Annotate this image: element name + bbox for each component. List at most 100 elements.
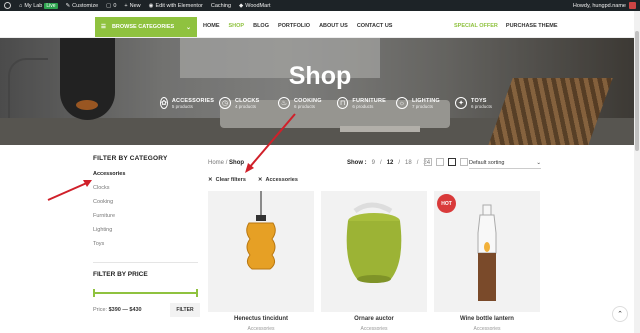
product-card[interactable] [208, 191, 314, 312]
sidebar-divider [93, 262, 198, 263]
category-filter-toys[interactable]: Toys [93, 241, 203, 255]
product-category[interactable]: Accessories [208, 326, 314, 332]
edit-elementor-link[interactable]: ◉ Edit with Elementor [149, 3, 203, 9]
category-filter-furniture[interactable]: Furniture [93, 213, 203, 227]
furniture-icon: ⊓ [337, 97, 349, 109]
nav-home[interactable]: HOME [203, 23, 220, 29]
plus-icon: + [124, 2, 128, 9]
scrollbar-thumb[interactable] [635, 31, 639, 151]
close-icon: ✕ [257, 177, 263, 183]
cooking-icon: ♨ [278, 97, 290, 109]
nav-blog[interactable]: BLOG [253, 23, 269, 29]
home-icon: ⌂ [19, 2, 23, 9]
purchase-theme-link[interactable]: PURCHASE THEME [506, 23, 558, 29]
price-range-value: $390 — $430 [108, 307, 142, 313]
product-card[interactable] [321, 191, 427, 312]
comments-link[interactable]: ▢ 0 [106, 3, 116, 9]
site-header: ☰ BROWSE CATEGORIES ⌄ HOME SHOP BLOG POR… [0, 11, 640, 38]
price-slider-max-handle[interactable] [196, 289, 198, 297]
woodmart-icon: ◆ [239, 2, 244, 9]
hero-category-clocks[interactable]: ◷ CLOCKS 4 products [219, 97, 268, 109]
category-filter-heading: FILTER BY CATEGORY [93, 155, 168, 162]
admin-bar: ⌂ My Lab Live ✎ Customize ▢ 0 + New ◉ Ed… [0, 0, 640, 11]
hero-category-accessories[interactable]: ✿ ACCESSORIES 5 products [160, 97, 214, 109]
product-title[interactable]: Wine bottle lantern [434, 316, 540, 322]
nav-portfolio[interactable]: PORTFOLIO [278, 23, 310, 29]
woodmart-link[interactable]: ◆ WoodMart [239, 3, 271, 9]
toys-icon: ✦ [455, 97, 467, 109]
grid-view-toggles [424, 158, 468, 166]
product-category[interactable]: Accessories [434, 326, 540, 332]
clock-icon: ◷ [219, 97, 231, 109]
product-title[interactable]: Ornare auctor [321, 316, 427, 322]
per-page-12[interactable]: 12 [387, 160, 394, 166]
hero-overlay [0, 38, 634, 145]
active-filter-chip[interactable]: ✕ Accessories [258, 177, 298, 183]
accessories-icon: ✿ [160, 97, 168, 109]
list-view-icon[interactable] [424, 158, 432, 166]
site-name-link[interactable]: ⌂ My Lab Live [19, 2, 58, 9]
header-right-links: SPECIAL OFFER PURCHASE THEME [454, 23, 558, 29]
elementor-icon: ◉ [148, 2, 154, 9]
comment-icon: ▢ [106, 2, 112, 9]
product-category[interactable]: Accessories [321, 326, 427, 332]
hot-badge: HOT [437, 194, 456, 213]
category-filter-list: Accessories Clocks Cooking Furniture Lig… [93, 171, 203, 255]
account-link[interactable]: Howdy, hungpd.name [573, 2, 636, 9]
clear-filters-link[interactable]: ✕ Clear filters [208, 177, 246, 183]
product-title[interactable]: Henectus tincidunt [208, 316, 314, 322]
product-image-green-pouf [346, 202, 402, 283]
lighting-icon: ☼ [396, 97, 408, 109]
page-title: Shop [288, 62, 352, 90]
hero-category-nav: ✿ ACCESSORIES 5 products ◷ CLOCKS 4 produc… [160, 97, 504, 109]
live-badge: Live [44, 2, 58, 9]
price-range-text: Price: $390 — $430 [93, 307, 142, 313]
price-filter-heading: FILTER BY PRICE [93, 271, 148, 278]
product-image-pendant-lamp [246, 191, 276, 270]
browse-categories-button[interactable]: ☰ BROWSE CATEGORIES ⌄ [95, 17, 197, 37]
per-page-9[interactable]: 9 [372, 160, 375, 166]
close-icon: ✕ [208, 177, 213, 183]
category-filter-accessories[interactable]: Accessories [93, 171, 203, 185]
hero-category-cooking[interactable]: ♨ COOKING 6 products [278, 97, 327, 109]
special-offer-link[interactable]: SPECIAL OFFER [454, 23, 498, 29]
page-scrollbar[interactable] [634, 11, 640, 333]
scroll-to-top-button[interactable]: ⌃ [612, 306, 628, 322]
per-page-selector: Show : 9 / 12 / 18 / 24 [347, 160, 431, 166]
price-slider-min-handle[interactable] [93, 289, 95, 297]
shop-sidebar: FILTER BY CATEGORY Accessories Clocks Co… [93, 155, 203, 255]
chevron-down-icon: ⌄ [185, 24, 191, 31]
price-slider[interactable] [93, 289, 198, 297]
breadcrumb: Home / Shop [208, 160, 245, 166]
nav-shop[interactable]: SHOP [229, 23, 245, 29]
grid-3-icon[interactable] [448, 158, 456, 166]
hero-category-lighting[interactable]: ☼ LIGHTING 7 products [396, 97, 445, 109]
active-filters: ✕ Clear filters ✕ Accessories [208, 177, 298, 183]
sort-select[interactable]: Default sorting ⌄ [469, 157, 541, 169]
nav-contact-us[interactable]: CONTACT US [357, 23, 393, 29]
grid-2-icon[interactable] [436, 158, 444, 166]
annotation-arrow-sidebar [47, 180, 92, 201]
main-nav: HOME SHOP BLOG PORTFOLIO ABOUT US CONTAC… [203, 23, 392, 29]
hero-category-toys[interactable]: ✦ TOYS 6 products [455, 97, 504, 109]
grid-4-icon[interactable] [460, 158, 468, 166]
per-page-18[interactable]: 18 [405, 160, 412, 166]
hero-category-furniture[interactable]: ⊓ FURNITURE 6 products [337, 97, 386, 109]
chevron-down-icon: ⌄ [536, 159, 541, 166]
category-filter-lighting[interactable]: Lighting [93, 227, 203, 241]
category-filter-cooking[interactable]: Cooking [93, 199, 203, 213]
nav-about-us[interactable]: ABOUT US [319, 23, 348, 29]
avatar [629, 2, 636, 9]
customize-link[interactable]: ✎ Customize [66, 3, 99, 9]
breadcrumb-home[interactable]: Home [208, 160, 224, 166]
category-filter-clocks[interactable]: Clocks [93, 185, 203, 199]
menu-icon: ☰ [101, 24, 106, 30]
caching-link[interactable]: Caching [211, 3, 231, 9]
page-hero [0, 38, 634, 145]
brush-icon: ✎ [65, 2, 71, 9]
new-link[interactable]: + New [124, 3, 140, 9]
filter-button[interactable]: FILTER [170, 303, 200, 317]
wp-logo-icon[interactable] [4, 2, 11, 9]
annotation-arrow-cooking [245, 113, 296, 173]
chevron-up-icon: ⌃ [617, 311, 623, 318]
